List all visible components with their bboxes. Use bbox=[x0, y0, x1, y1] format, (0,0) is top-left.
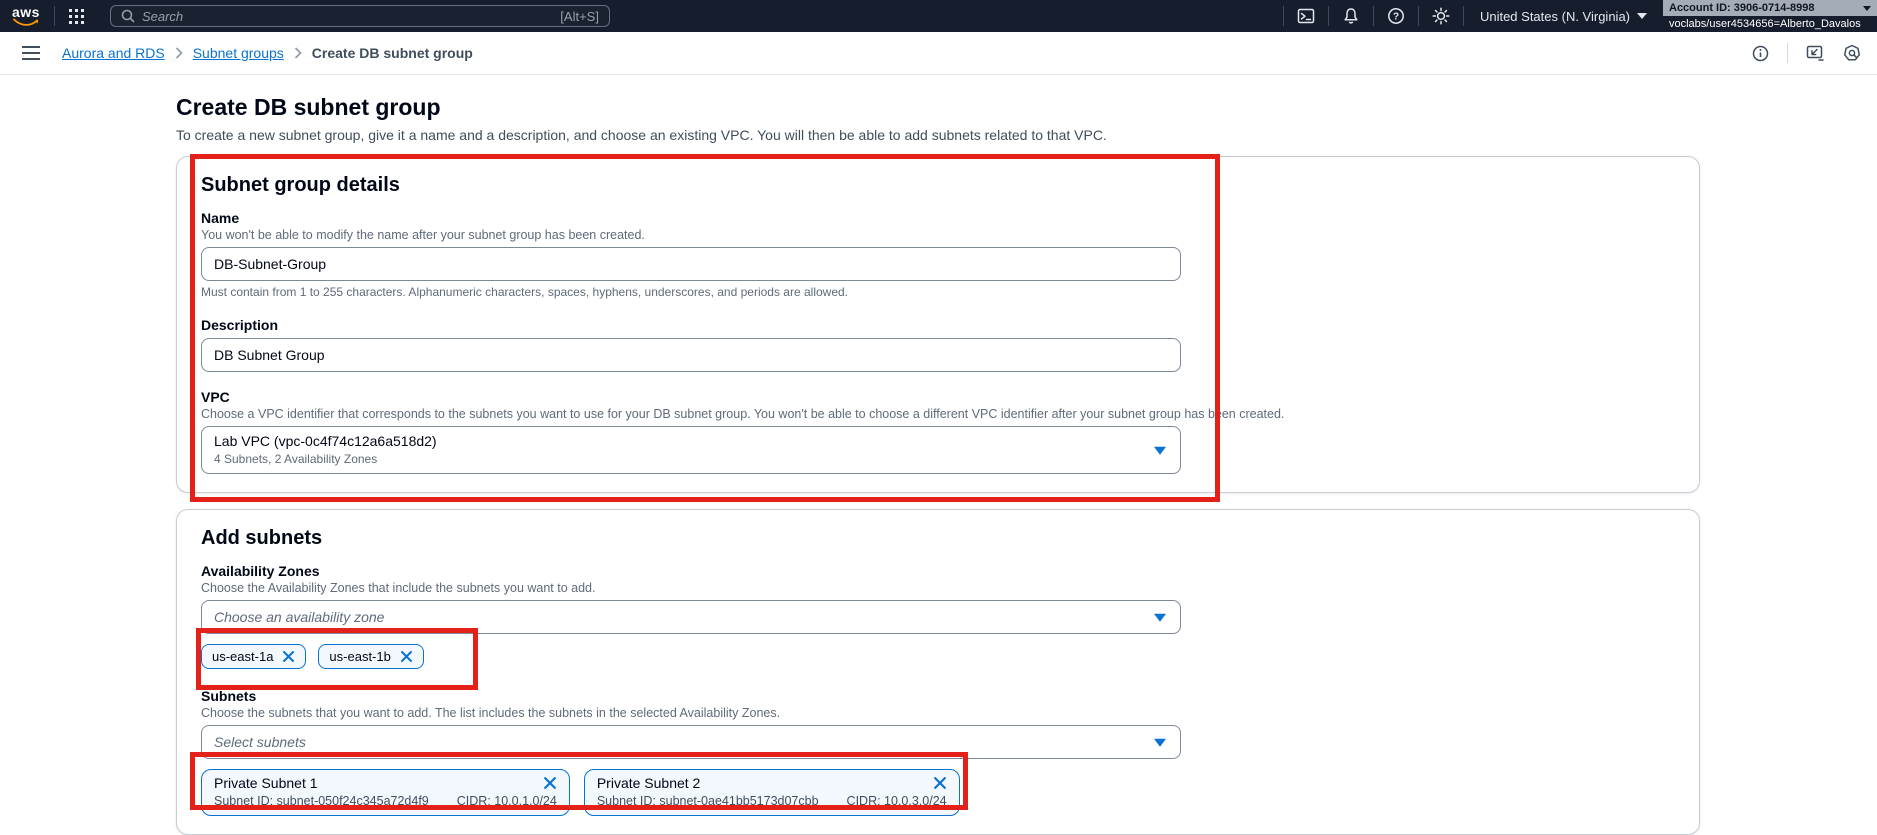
page-title: Create DB subnet group bbox=[176, 93, 1877, 121]
vpc-hint: Choose a VPC identifier that corresponds… bbox=[201, 406, 1675, 422]
page-description: To create a new subnet group, give it a … bbox=[176, 127, 1877, 144]
chevron-down-icon bbox=[1154, 614, 1166, 622]
name-field: Name You won't be able to modify the nam… bbox=[201, 209, 1675, 300]
aws-smile-icon bbox=[13, 18, 39, 26]
subnets-label: Subnets bbox=[201, 687, 1675, 705]
search-placeholder: Search bbox=[142, 9, 183, 24]
vpc-field: VPC Choose a VPC identifier that corresp… bbox=[201, 388, 1675, 474]
breadcrumb-actions bbox=[1752, 43, 1861, 63]
name-constraint: Must contain from 1 to 255 characters. A… bbox=[201, 285, 1675, 300]
apps-grid-icon[interactable] bbox=[55, 0, 98, 32]
subnet-token-private-subnet-2: Private Subnet 2 Subnet ID: subnet-0ae41… bbox=[584, 769, 960, 816]
region-label: United States (N. Virginia) bbox=[1480, 9, 1630, 24]
breadcrumb-current: Create DB subnet group bbox=[312, 45, 473, 61]
nav-right-group: ? United States (N. Virginia) Account ID bbox=[1283, 0, 1877, 32]
vpc-label: VPC bbox=[201, 388, 1675, 406]
divider bbox=[1787, 43, 1788, 63]
subnets-select[interactable]: Select subnets bbox=[201, 725, 1181, 759]
az-token-us-east-1b: us-east-1b bbox=[318, 644, 423, 669]
name-hint: You won't be able to modify the name aft… bbox=[201, 227, 1675, 243]
close-icon[interactable] bbox=[282, 650, 295, 663]
availability-zones-hint: Choose the Availability Zones that inclu… bbox=[201, 580, 1675, 596]
search-input[interactable]: Search [Alt+S] bbox=[110, 5, 610, 27]
gear-icon[interactable] bbox=[1419, 0, 1463, 32]
amazon-q-icon[interactable] bbox=[1843, 44, 1861, 62]
account-user-row: voclabs/user4534656=Alberto_Davalos bbox=[1663, 16, 1877, 32]
availability-zone-tokens: us-east-1a us-east-1b bbox=[201, 644, 1675, 669]
chevron-down-icon bbox=[1154, 739, 1166, 747]
info-icon[interactable] bbox=[1752, 45, 1769, 62]
help-icon[interactable]: ? bbox=[1374, 0, 1418, 32]
breadcrumb-bar: Aurora and RDS Subnet groups Create DB s… bbox=[0, 32, 1877, 75]
open-panel-icon[interactable] bbox=[1806, 44, 1825, 62]
cloudshell-icon[interactable] bbox=[1284, 0, 1328, 32]
account-id-label: Account ID: 3906-0714-8998 bbox=[1669, 2, 1815, 14]
subnet-token-private-subnet-1: Private Subnet 1 Subnet ID: subnet-050f2… bbox=[201, 769, 570, 816]
description-field: Description bbox=[201, 316, 1675, 372]
chevron-down-icon bbox=[1863, 6, 1871, 11]
availability-zone-placeholder: Choose an availability zone bbox=[214, 609, 384, 625]
subnet-token-id: Subnet ID: subnet-050f24c345a72d4f9 bbox=[214, 794, 429, 809]
top-navigation-bar: aws Search [Alt+S] bbox=[0, 0, 1877, 32]
account-id-row: Account ID: 3906-0714-8998 bbox=[1663, 0, 1877, 16]
aws-logo-text: aws bbox=[12, 6, 40, 18]
subnets-field: Subnets Choose the subnets that you want… bbox=[201, 687, 1675, 816]
chevron-down-icon bbox=[1637, 13, 1647, 19]
subnet-token-name: Private Subnet 2 bbox=[597, 774, 701, 792]
availability-zones-label: Availability Zones bbox=[201, 562, 1675, 580]
az-token-label: us-east-1a bbox=[212, 649, 273, 664]
az-token-us-east-1a: us-east-1a bbox=[201, 644, 306, 669]
vpc-selected-detail: 4 Subnets, 2 Availability Zones bbox=[214, 452, 1144, 467]
subnets-hint: Choose the subnets that you want to add.… bbox=[201, 705, 1675, 721]
svg-text:?: ? bbox=[1393, 12, 1399, 23]
bell-icon[interactable] bbox=[1329, 0, 1373, 32]
breadcrumb-link-aurora-rds[interactable]: Aurora and RDS bbox=[62, 45, 165, 61]
search-icon bbox=[121, 9, 135, 23]
breadcrumb-link-subnet-groups[interactable]: Subnet groups bbox=[193, 45, 284, 61]
az-token-label: us-east-1b bbox=[329, 649, 390, 664]
subnets-card-title: Add subnets bbox=[201, 526, 1675, 550]
vpc-selected-value: Lab VPC (vpc-0c4f74c12a6a518d2) bbox=[214, 433, 1144, 450]
search-shortcut: [Alt+S] bbox=[560, 9, 599, 24]
name-input[interactable] bbox=[201, 247, 1181, 281]
region-selector[interactable]: United States (N. Virginia) bbox=[1464, 9, 1663, 24]
breadcrumb: Aurora and RDS Subnet groups Create DB s… bbox=[62, 45, 473, 61]
chevron-down-icon bbox=[1154, 447, 1166, 455]
subnet-tokens: Private Subnet 1 Subnet ID: subnet-050f2… bbox=[201, 769, 1675, 816]
account-menu[interactable]: Account ID: 3906-0714-8998 voclabs/user4… bbox=[1663, 0, 1877, 32]
main-content: Create DB subnet group To create a new s… bbox=[0, 75, 1877, 835]
vpc-select[interactable]: Lab VPC (vpc-0c4f74c12a6a518d2) 4 Subnet… bbox=[201, 426, 1181, 474]
chevron-right-icon bbox=[294, 47, 302, 59]
nav-left-group: aws Search [Alt+S] bbox=[0, 0, 610, 32]
aws-logo[interactable]: aws bbox=[12, 6, 40, 26]
close-icon[interactable] bbox=[543, 776, 557, 790]
subnet-token-name: Private Subnet 1 bbox=[214, 774, 318, 792]
chevron-right-icon bbox=[175, 47, 183, 59]
description-input[interactable] bbox=[201, 338, 1181, 372]
close-icon[interactable] bbox=[400, 650, 413, 663]
account-user-label: voclabs/user4534656=Alberto_Davalos bbox=[1669, 18, 1861, 30]
hamburger-icon[interactable] bbox=[14, 40, 48, 66]
subnet-token-cidr: CIDR: 10.0.1.0/24 bbox=[457, 794, 557, 809]
close-icon[interactable] bbox=[933, 776, 947, 790]
subnet-group-details-card: Subnet group details Name You won't be a… bbox=[176, 156, 1700, 493]
subnet-token-cidr: CIDR: 10.0.3.0/24 bbox=[847, 794, 947, 809]
subnet-token-id: Subnet ID: subnet-0ae41bb5173d07cbb bbox=[597, 794, 819, 809]
availability-zones-field: Availability Zones Choose the Availabili… bbox=[201, 562, 1675, 669]
details-card-title: Subnet group details bbox=[201, 173, 1675, 197]
add-subnets-card: Add subnets Availability Zones Choose th… bbox=[176, 509, 1700, 835]
description-label: Description bbox=[201, 316, 1675, 334]
availability-zone-select[interactable]: Choose an availability zone bbox=[201, 600, 1181, 634]
name-label: Name bbox=[201, 209, 1675, 227]
subnets-placeholder: Select subnets bbox=[214, 734, 306, 750]
